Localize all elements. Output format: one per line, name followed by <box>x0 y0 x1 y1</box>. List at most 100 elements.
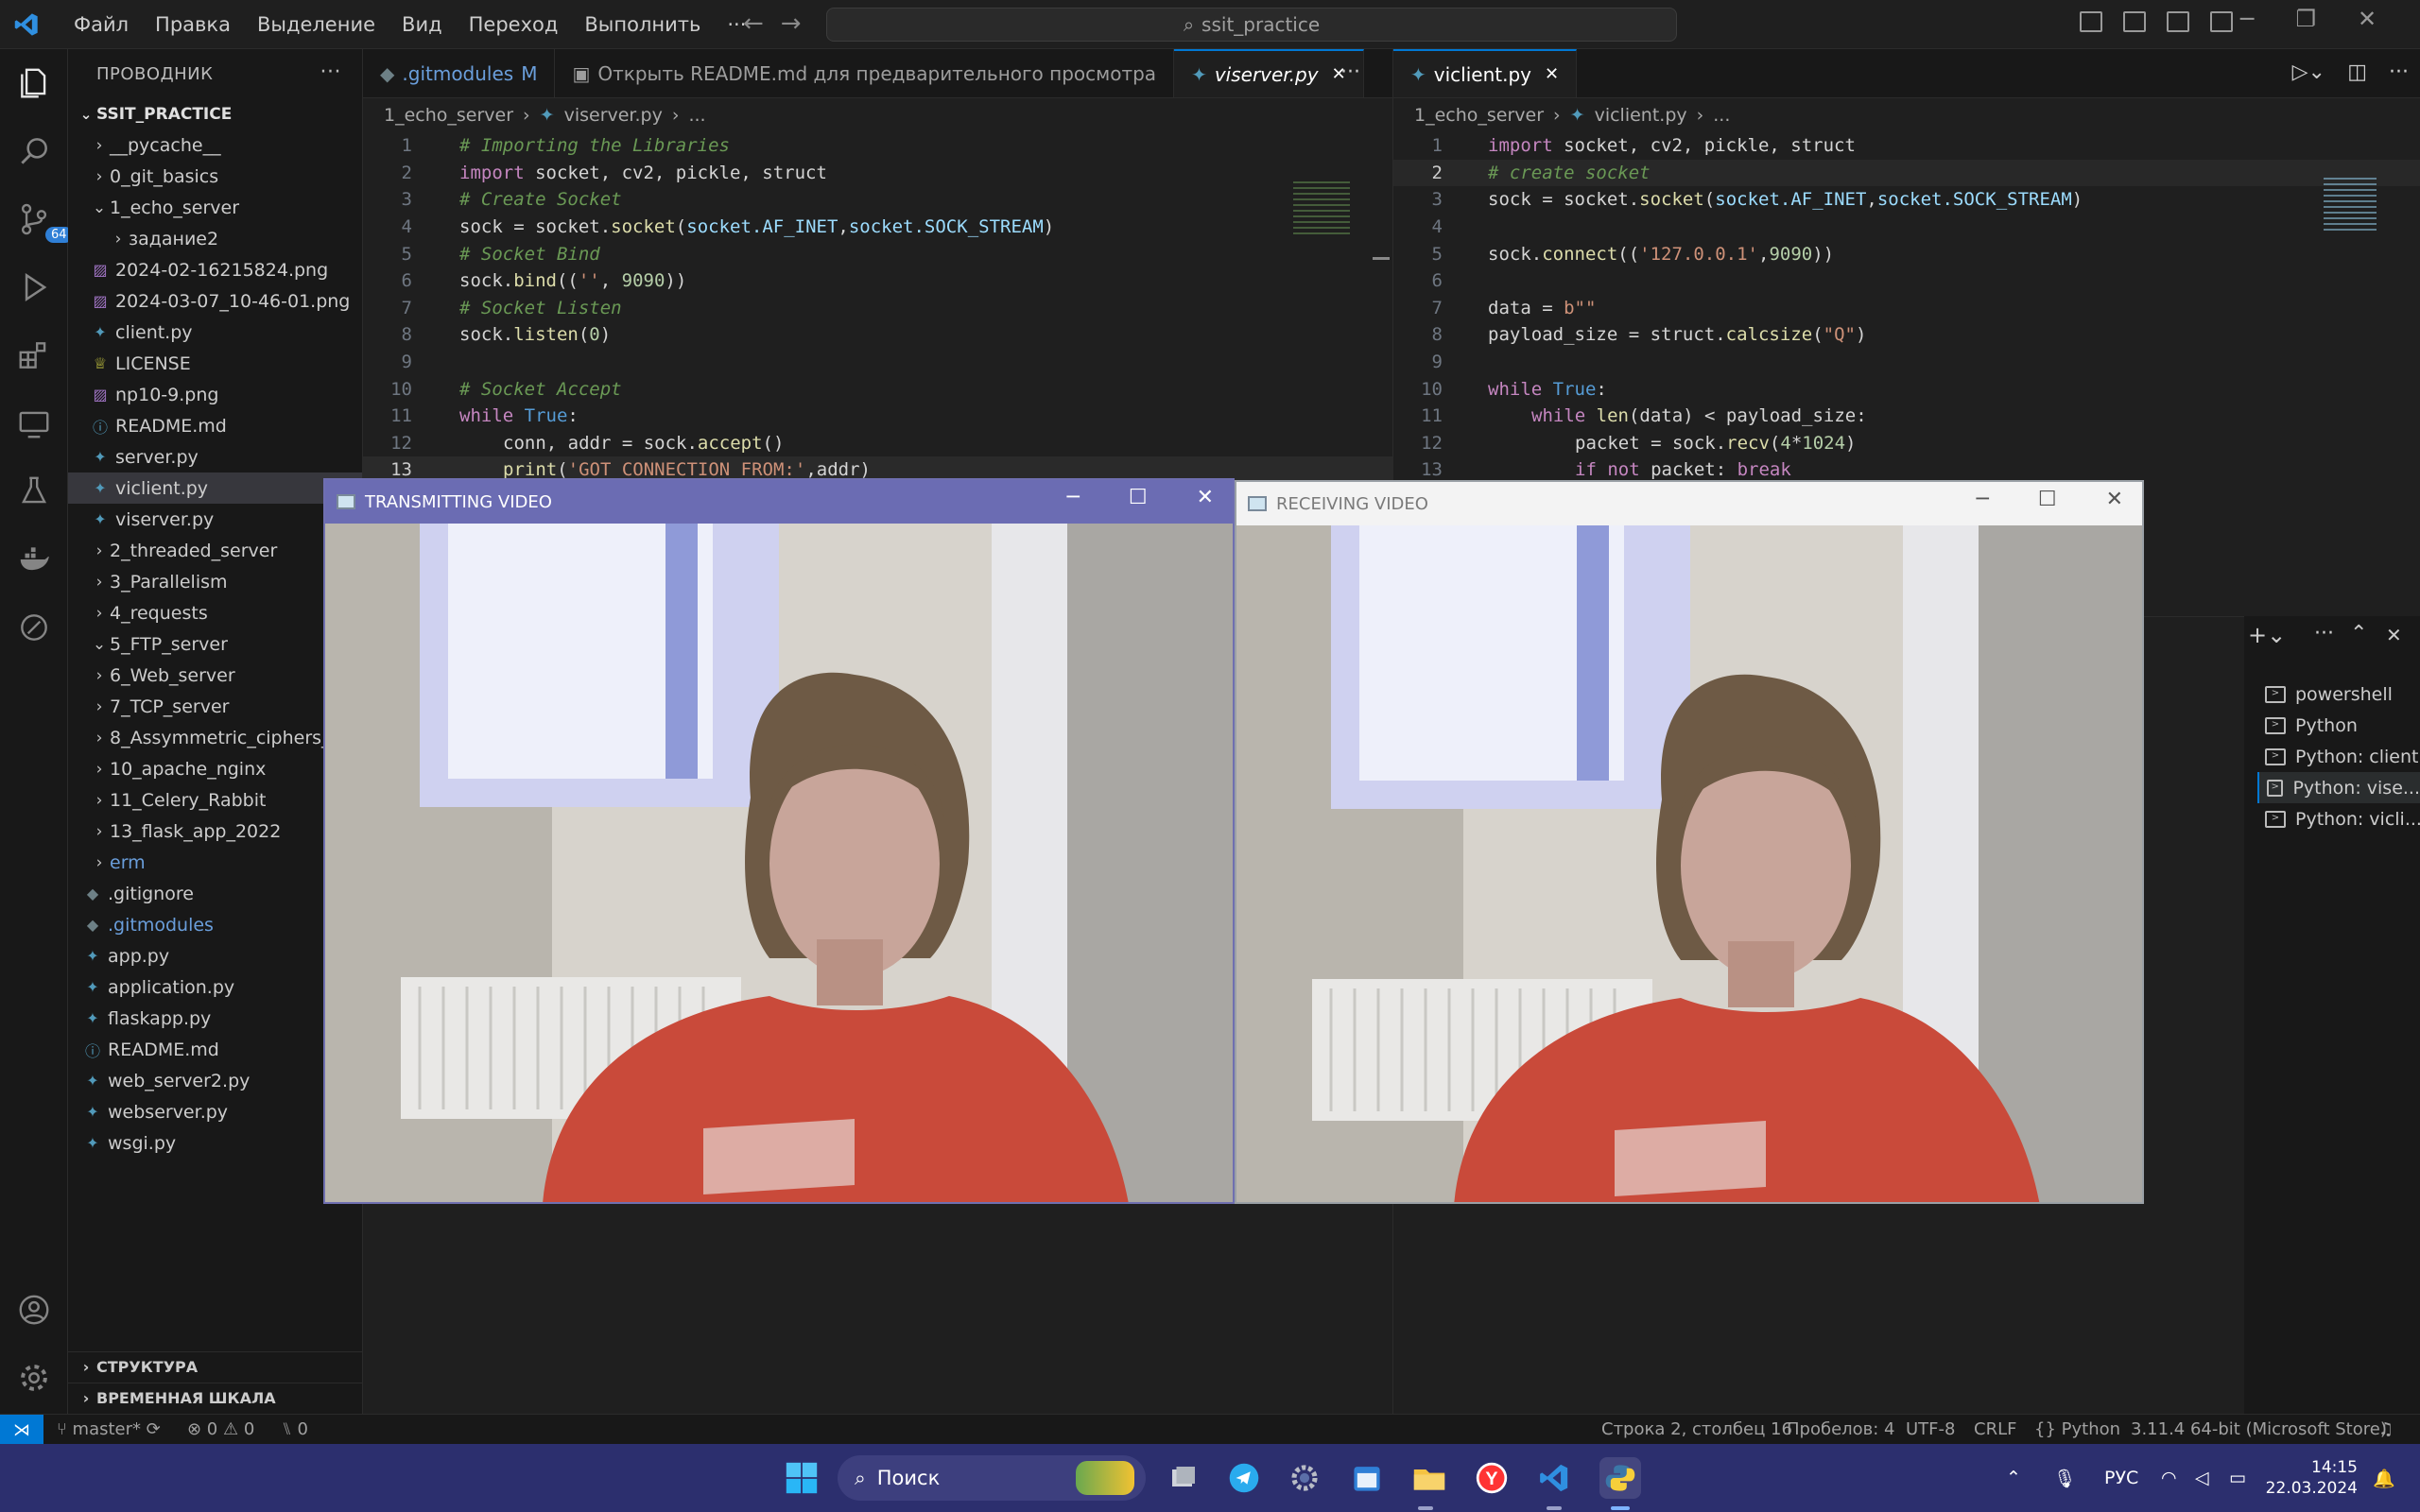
battery-icon[interactable]: ▭ <box>2229 1444 2246 1512</box>
clock[interactable]: 14:15 22.03.2024 <box>2266 1444 2358 1512</box>
volume-icon[interactable]: ◁ <box>2195 1444 2209 1512</box>
breadcrumb-file[interactable]: viclient.py <box>1595 105 1687 126</box>
toggle-panel-icon[interactable] <box>2123 11 2146 32</box>
menu-edit[interactable]: Правка <box>142 13 244 36</box>
folder-item[interactable]: ⌄ 5_FTP_server <box>68 628 362 660</box>
python-taskbar-icon[interactable] <box>1599 1457 1641 1499</box>
breadcrumb-folder[interactable]: 1_echo_server <box>384 105 513 126</box>
notifications-bell-icon[interactable]: 🔔 <box>2373 1444 2395 1512</box>
file-item[interactable]: ✦ client.py <box>68 317 362 348</box>
file-item[interactable]: ♕ LICENSE <box>68 348 362 379</box>
minimap-left[interactable] <box>1293 181 1350 238</box>
taskbar-search[interactable]: ⌕ Поиск <box>838 1455 1146 1501</box>
menu-selection[interactable]: Выделение <box>244 13 389 36</box>
breadcrumb-symbol[interactable]: ... <box>1713 105 1730 126</box>
search-icon[interactable] <box>13 130 55 172</box>
encoding-status[interactable]: UTF-8 <box>1906 1419 1955 1439</box>
back-arrow-icon[interactable]: ← <box>743 9 781 38</box>
calendar-icon[interactable] <box>1346 1457 1388 1499</box>
run-file-icon[interactable]: ▷⌄ <box>2292 60 2325 84</box>
tab-viserver[interactable]: ✦ viserver.py ✕ <box>1174 49 1364 97</box>
code-editor-left[interactable]: 1 # Importing the Libraries 2 import socke… <box>363 132 1392 484</box>
outline-section[interactable]: › СТРУКТУРА <box>68 1351 362 1382</box>
sync-icon[interactable]: ⟳ <box>147 1419 161 1439</box>
minimap-right[interactable] <box>2324 178 2377 231</box>
menu-run[interactable]: Выполнить <box>571 13 714 36</box>
minimize-icon[interactable]: ─ <box>1977 488 1989 511</box>
terminal-item[interactable]: > Python <box>2265 710 2358 741</box>
folder-item[interactable]: › erm <box>68 847 362 878</box>
restore-icon[interactable]: ❐ <box>2295 6 2316 32</box>
folder-item[interactable]: › 11_Celery_Rabbit <box>68 784 362 816</box>
minimize-icon[interactable]: ─ <box>1067 486 1080 509</box>
close-icon[interactable]: ✕ <box>2358 6 2377 32</box>
split-editor-icon[interactable]: ◫ <box>2347 60 2367 84</box>
scrollbar-left[interactable] <box>1373 257 1390 260</box>
file-item[interactable]: ▨ 2024-02-16215824.png <box>68 254 362 285</box>
eol-status[interactable]: CRLF <box>1974 1419 2016 1439</box>
ports-status[interactable]: ⑊ 0 <box>282 1419 308 1439</box>
folder-item[interactable]: › 7_TCP_server <box>68 691 362 722</box>
file-item[interactable]: ◆ .gitmodules <box>68 909 362 940</box>
branch-status[interactable]: ⑂ master* ⟳ <box>57 1419 161 1439</box>
close-icon[interactable]: ✕ <box>2386 624 2402 646</box>
file-item[interactable]: ▨ np10-9.png <box>68 379 362 410</box>
gitlens-icon[interactable] <box>13 607 55 648</box>
telegram-icon[interactable] <box>1223 1457 1265 1499</box>
code-editor-right[interactable]: 1 import socket, cv2, pickle, struct 2 # c… <box>1393 132 2420 484</box>
yandex-browser-icon[interactable]: Y <box>1471 1457 1512 1499</box>
folder-item[interactable]: › 4_requests <box>68 597 362 628</box>
tab-readme-preview[interactable]: ▣ Открыть README.md для предварительного… <box>555 49 1175 97</box>
tab-gitmodules[interactable]: ◆ .gitmodules M <box>363 49 556 97</box>
run-debug-icon[interactable] <box>13 266 55 308</box>
cursor-position[interactable]: Строка 2, столбец 16 <box>1601 1419 1792 1439</box>
folder-item[interactable]: › 8_Assymmetric_ciphers_2( <box>68 722 362 753</box>
task-view-icon[interactable] <box>1163 1457 1204 1499</box>
close-icon[interactable]: ✕ <box>1545 64 1559 84</box>
breadcrumb-folder[interactable]: 1_echo_server <box>1414 105 1544 126</box>
docker-icon[interactable] <box>13 539 55 580</box>
menu-go[interactable]: Переход <box>456 13 572 36</box>
settings-gear-icon[interactable] <box>1284 1457 1325 1499</box>
source-control-icon[interactable]: 64 <box>13 198 73 243</box>
terminal-item[interactable]: > powershell <box>2265 679 2393 710</box>
account-icon[interactable] <box>13 1289 55 1331</box>
tab-viclient[interactable]: ✦ viclient.py ✕ <box>1393 49 1578 97</box>
editor-more-icon[interactable]: ··· <box>1340 60 1360 84</box>
explorer-icon[interactable] <box>13 62 55 104</box>
file-explorer-icon[interactable] <box>1409 1457 1450 1499</box>
indentation-status[interactable]: Пробелов: 4 <box>1787 1419 1895 1439</box>
folder-item[interactable]: › 0_git_basics <box>68 161 362 192</box>
menu-view[interactable]: Вид <box>389 13 456 36</box>
file-item[interactable]: ⓘ README.md <box>68 1034 362 1065</box>
file-item[interactable]: ✦ viclient.py <box>68 472 362 504</box>
folder-item[interactable]: › 3_Parallelism <box>68 566 362 597</box>
workspace-root[interactable]: ⌄ SSIT_PRACTICE <box>68 98 362 129</box>
timeline-section[interactable]: › ВРЕМЕННАЯ ШКАЛА <box>68 1383 362 1413</box>
file-item[interactable]: ✦ flaskapp.py <box>68 1003 362 1034</box>
maximize-icon[interactable]: ☐ <box>1129 486 1148 509</box>
command-center-search[interactable]: ⌕ ssit_practice <box>826 8 1677 42</box>
microphone-icon[interactable]: 🎙 <box>2053 1444 2076 1512</box>
customize-layout-icon[interactable] <box>2210 11 2233 32</box>
tray-chevron-icon[interactable]: ⌃ <box>2006 1444 2021 1512</box>
close-icon[interactable]: ✕ <box>1197 486 1214 509</box>
folder-item[interactable]: › 2_threaded_server <box>68 535 362 566</box>
notifications-bell-icon[interactable]: ♫ <box>2378 1419 2394 1439</box>
terminal-item[interactable]: > Python: vicli... <box>2265 803 2420 834</box>
settings-gear-icon[interactable] <box>13 1357 55 1399</box>
problems-status[interactable]: ⊗ 0 ⚠ 0 <box>187 1419 254 1439</box>
file-item[interactable]: ✦ application.py <box>68 971 362 1003</box>
terminal-item-active[interactable]: > Python: vise... <box>2257 772 2420 803</box>
file-item[interactable]: ✦ viserver.py <box>68 504 362 535</box>
extensions-icon[interactable] <box>13 335 55 376</box>
input-language[interactable]: РУС <box>2104 1444 2138 1512</box>
file-item[interactable]: ◆ .gitignore <box>68 878 362 909</box>
menu-file[interactable]: Файл <box>60 13 142 36</box>
maximize-icon[interactable]: ☐ <box>2038 488 2057 511</box>
file-item[interactable]: ✦ wsgi.py <box>68 1127 362 1159</box>
transmitting-video-window[interactable]: TRANSMITTING VIDEO ─ ☐ ✕ <box>323 478 1235 1204</box>
wifi-icon[interactable]: ◠ <box>2161 1444 2177 1512</box>
receiving-video-window[interactable]: RECEIVING VIDEO ─ ☐ ✕ <box>1235 480 2144 1204</box>
language-status[interactable]: {} Python <box>2034 1419 2120 1439</box>
